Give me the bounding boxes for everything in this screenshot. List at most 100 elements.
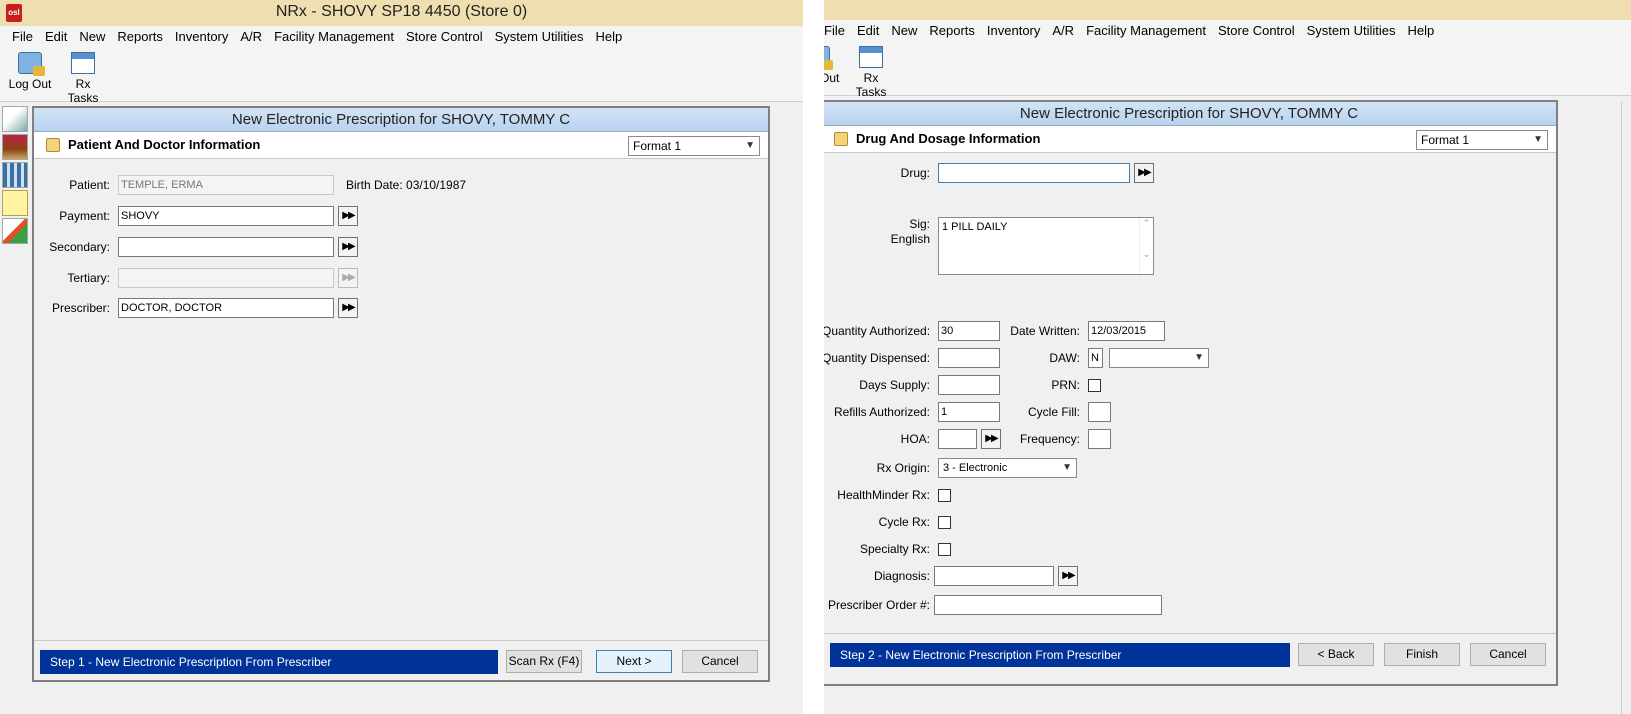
diagnosis-field[interactable] xyxy=(934,566,1054,586)
menu-facility-management[interactable]: Facility Management xyxy=(1080,20,1212,42)
chevron-down-icon: ▼ xyxy=(1062,462,1072,473)
format-select[interactable]: Format 1 ▼ xyxy=(1416,130,1548,150)
sig-textarea[interactable]: 1 PILL DAILY ⌃ ⌄ xyxy=(938,217,1154,275)
patient-field[interactable]: TEMPLE, ERMA xyxy=(118,175,334,195)
notes-icon[interactable] xyxy=(2,190,28,216)
rx-tasks-button[interactable]: Rx Tasks xyxy=(60,52,106,105)
cycle-rx-checkbox[interactable] xyxy=(938,516,951,529)
daw-label: DAW: xyxy=(1049,351,1080,365)
tertiary-label: Tertiary: xyxy=(67,271,110,285)
menu-new[interactable]: New xyxy=(885,20,923,42)
healthminder-rx-checkbox[interactable] xyxy=(938,489,951,502)
footer-divider xyxy=(34,640,768,641)
scan-rx-button[interactable]: Scan Rx (F4) xyxy=(506,650,582,673)
secondary-field[interactable] xyxy=(118,237,334,257)
menu-help[interactable]: Help xyxy=(589,26,628,48)
drug-field[interactable] xyxy=(938,163,1130,183)
building-icon[interactable] xyxy=(2,162,28,188)
title-bar xyxy=(824,0,1631,20)
menu-store-control[interactable]: Store Control xyxy=(400,26,489,48)
menu-reports[interactable]: Reports xyxy=(923,20,981,42)
dialog-title: New Electronic Prescription for SHOVY, T… xyxy=(824,102,1556,126)
logout-icon xyxy=(824,46,833,70)
payment-lookup-button[interactable]: ▶▶ xyxy=(338,206,358,226)
prescriber-order-field[interactable] xyxy=(934,595,1162,615)
quantity-authorized-field[interactable]: 30 xyxy=(938,321,1000,341)
rx-origin-value: 3 - Electronic xyxy=(943,462,1008,474)
menu-edit[interactable]: Edit xyxy=(39,26,73,48)
menu-reports[interactable]: Reports xyxy=(111,26,169,48)
menu-inventory[interactable]: Inventory xyxy=(169,26,234,48)
menu-facility-management[interactable]: Facility Management xyxy=(268,26,400,48)
menu-system-utilities[interactable]: System Utilities xyxy=(489,26,590,48)
menu-file[interactable]: File xyxy=(6,26,39,48)
back-button[interactable]: < Back xyxy=(1298,643,1374,666)
logout-icon xyxy=(18,52,45,76)
prn-checkbox[interactable] xyxy=(1088,379,1101,392)
diagnosis-label: Diagnosis: xyxy=(873,569,930,583)
prescriber-field[interactable]: DOCTOR, DOCTOR xyxy=(118,298,334,318)
section-icon xyxy=(834,132,848,146)
window-title: NRx - SHOVY SP18 4450 (Store 0) xyxy=(275,3,528,20)
window-scrollbar[interactable] xyxy=(1621,102,1631,714)
days-supply-field[interactable] xyxy=(938,375,1000,395)
hoa-field[interactable] xyxy=(938,429,977,449)
store-icon[interactable] xyxy=(2,134,28,160)
specialty-rx-checkbox[interactable] xyxy=(938,543,951,556)
refills-authorized-label: Refills Authorized: xyxy=(833,405,930,419)
rx-origin-select[interactable]: 3 - Electronic ▼ xyxy=(938,458,1077,478)
daw-code-field[interactable]: N xyxy=(1088,348,1103,368)
date-written-label: Date Written: xyxy=(1010,324,1080,338)
rx-tasks-label: Rx Tasks xyxy=(67,77,99,105)
menu-ar[interactable]: A/R xyxy=(234,26,268,48)
logout-button[interactable]: Log Out xyxy=(824,46,840,85)
cycle-fill-field[interactable] xyxy=(1088,402,1111,422)
secondary-lookup-button[interactable]: ▶▶ xyxy=(338,237,358,257)
step-indicator: Step 1 - New Electronic Prescription Fro… xyxy=(40,650,498,674)
cancel-button[interactable]: Cancel xyxy=(682,650,758,673)
frequency-label: Frequency: xyxy=(1019,432,1080,446)
menu-edit[interactable]: Edit xyxy=(851,20,885,42)
diagnosis-lookup-button[interactable]: ▶▶ xyxy=(1058,566,1078,586)
secondary-label: Secondary: xyxy=(49,240,110,254)
textarea-scrollbar[interactable]: ⌃ ⌄ xyxy=(1139,218,1153,274)
specialty-rx-label: Specialty Rx: xyxy=(859,542,930,556)
menu-help[interactable]: Help xyxy=(1401,20,1440,42)
title-bar: osl NRx - SHOVY SP18 4450 (Store 0) xyxy=(0,0,803,26)
tertiary-field[interactable] xyxy=(118,268,334,288)
toolbar: Log Out Rx Tasks xyxy=(824,42,1631,99)
drug-lookup-button[interactable]: ▶▶ xyxy=(1134,163,1154,183)
rx-tasks-icon xyxy=(859,46,883,68)
refills-authorized-field[interactable]: 1 xyxy=(938,402,1000,422)
daw-select[interactable]: ▼ xyxy=(1109,348,1209,368)
format-value: Format 1 xyxy=(633,139,682,153)
next-button[interactable]: Next > xyxy=(596,650,672,673)
payment-label: Payment: xyxy=(59,209,110,223)
tertiary-lookup-button[interactable]: ▶▶ xyxy=(338,268,358,288)
sig-label: Sig: xyxy=(909,217,930,231)
section-title: Drug And Dosage Information xyxy=(856,131,1041,146)
menu-store-control[interactable]: Store Control xyxy=(1212,20,1301,42)
menu-file[interactable]: File xyxy=(824,20,851,42)
menu-system-utilities[interactable]: System Utilities xyxy=(1301,20,1402,42)
logout-button[interactable]: Log Out xyxy=(8,52,52,91)
dialog-title: New Electronic Prescription for SHOVY, T… xyxy=(34,108,768,132)
edit-icon[interactable] xyxy=(2,218,28,244)
format-select[interactable]: Format 1 ▼ xyxy=(628,136,760,156)
quantity-authorized-label: Quantity Authorized: xyxy=(824,324,931,338)
menu-inventory[interactable]: Inventory xyxy=(981,20,1046,42)
rx-tasks-button[interactable]: Rx Tasks xyxy=(848,46,894,99)
quantity-dispensed-field[interactable] xyxy=(938,348,1000,368)
menu-new[interactable]: New xyxy=(73,26,111,48)
hoa-lookup-button[interactable]: ▶▶ xyxy=(981,429,1001,449)
frequency-field[interactable] xyxy=(1088,429,1111,449)
date-written-field[interactable]: 12/03/2015 xyxy=(1088,321,1165,341)
menu-ar[interactable]: A/R xyxy=(1046,20,1080,42)
window-step1: osl NRx - SHOVY SP18 4450 (Store 0) File… xyxy=(0,0,803,714)
cancel-button[interactable]: Cancel xyxy=(1470,643,1546,666)
finish-button[interactable]: Finish xyxy=(1384,643,1460,666)
prescription-icon[interactable] xyxy=(2,106,28,132)
prescriber-lookup-button[interactable]: ▶▶ xyxy=(338,298,358,318)
hoa-label: HOA: xyxy=(900,432,930,446)
payment-field[interactable]: SHOVY xyxy=(118,206,334,226)
